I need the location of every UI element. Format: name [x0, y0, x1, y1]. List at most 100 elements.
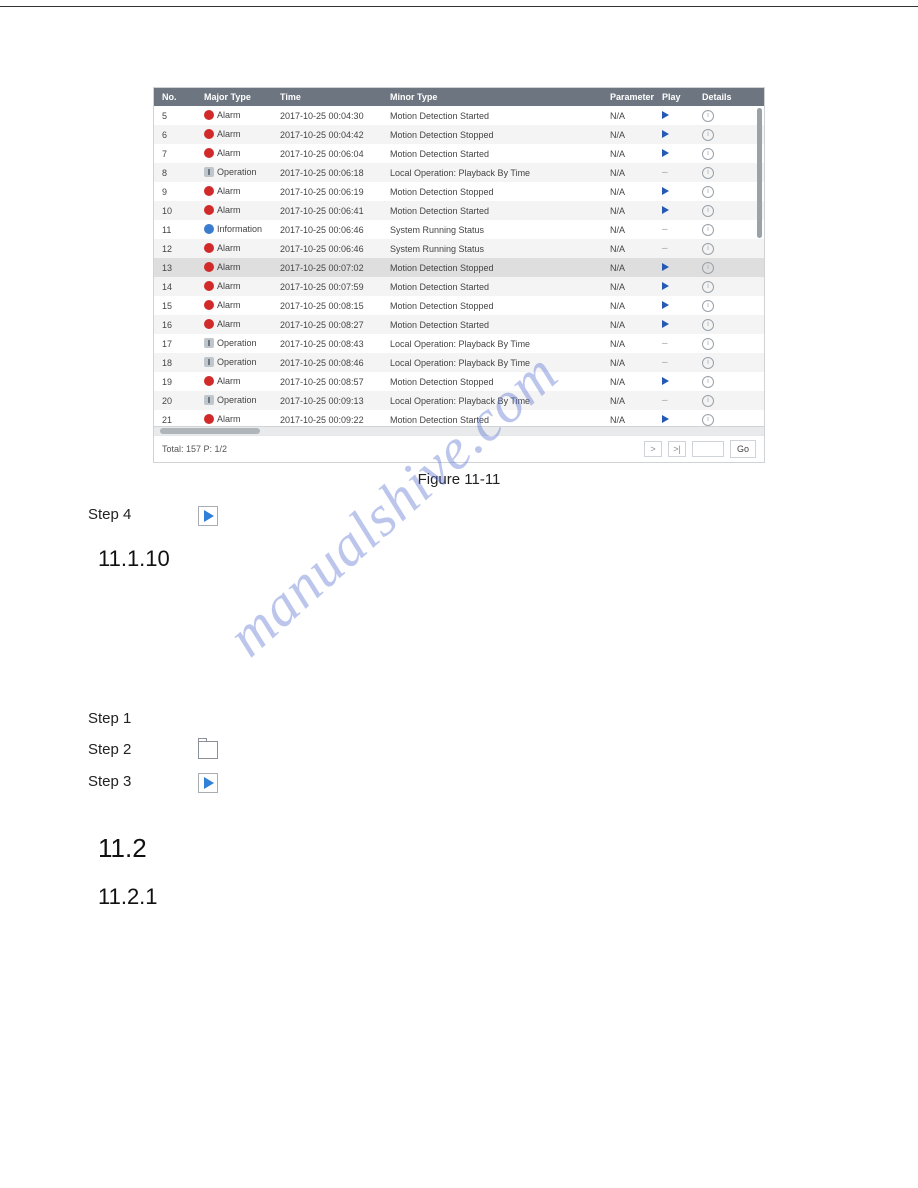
cell-play[interactable]: [662, 415, 702, 425]
cell-details[interactable]: [702, 299, 748, 312]
play-icon[interactable]: [662, 263, 669, 271]
page-next-button[interactable]: >: [644, 441, 662, 457]
col-header-param[interactable]: Parameter: [610, 92, 662, 102]
table-row[interactable]: 7Alarm2017-10-25 00:06:04Motion Detectio…: [154, 144, 764, 163]
play-icon[interactable]: [662, 415, 669, 423]
cell-details[interactable]: [702, 166, 748, 179]
cell-parameter: N/A: [610, 111, 662, 121]
play-icon[interactable]: [662, 320, 669, 328]
cell-play[interactable]: [662, 282, 702, 292]
cell-details[interactable]: [702, 242, 748, 255]
cell-details[interactable]: [702, 413, 748, 426]
cell-details[interactable]: [702, 223, 748, 236]
play-icon[interactable]: [662, 149, 669, 157]
cell-major-type: Alarm: [204, 148, 280, 160]
cell-play[interactable]: [662, 377, 702, 387]
col-header-play[interactable]: Play: [662, 92, 702, 102]
cell-details[interactable]: [702, 147, 748, 160]
col-header-no[interactable]: No.: [154, 92, 204, 102]
play-icon[interactable]: [662, 130, 669, 138]
cell-play: –: [662, 338, 702, 349]
table-row[interactable]: 18Operation2017-10-25 00:08:46Local Oper…: [154, 353, 764, 372]
table-row[interactable]: 19Alarm2017-10-25 00:08:57Motion Detecti…: [154, 372, 764, 391]
details-icon[interactable]: [702, 243, 714, 255]
play-icon[interactable]: [662, 301, 669, 309]
table-row[interactable]: 20Operation2017-10-25 00:09:13Local Oper…: [154, 391, 764, 410]
cell-details[interactable]: [702, 394, 748, 407]
table-row[interactable]: 9Alarm2017-10-25 00:06:19Motion Detectio…: [154, 182, 764, 201]
cell-minor-type: Local Operation: Playback By Time: [390, 339, 610, 349]
table-row[interactable]: 21Alarm2017-10-25 00:09:22Motion Detecti…: [154, 410, 764, 426]
details-icon[interactable]: [702, 338, 714, 350]
cell-time: 2017-10-25 00:09:22: [280, 415, 390, 425]
details-icon[interactable]: [702, 414, 714, 426]
details-icon[interactable]: [702, 110, 714, 122]
cell-details[interactable]: [702, 318, 748, 331]
details-icon[interactable]: [702, 186, 714, 198]
table-row[interactable]: 10Alarm2017-10-25 00:06:41Motion Detecti…: [154, 201, 764, 220]
cell-details[interactable]: [702, 337, 748, 350]
table-row[interactable]: 12Alarm2017-10-25 00:06:46System Running…: [154, 239, 764, 258]
cell-details[interactable]: [702, 185, 748, 198]
cell-play[interactable]: [662, 130, 702, 140]
alarm-icon: [204, 376, 214, 386]
details-icon[interactable]: [702, 129, 714, 141]
cell-no: 18: [154, 358, 204, 368]
col-header-time[interactable]: Time: [280, 92, 390, 102]
cell-details[interactable]: [702, 204, 748, 217]
table-row[interactable]: 6Alarm2017-10-25 00:04:42Motion Detectio…: [154, 125, 764, 144]
table-row[interactable]: 17Operation2017-10-25 00:08:43Local Oper…: [154, 334, 764, 353]
table-row[interactable]: 5Alarm2017-10-25 00:04:30Motion Detectio…: [154, 106, 764, 125]
cell-details[interactable]: [702, 128, 748, 141]
details-icon[interactable]: [702, 281, 714, 293]
details-icon[interactable]: [702, 376, 714, 388]
play-icon[interactable]: [662, 111, 669, 119]
col-header-major[interactable]: Major Type: [204, 92, 280, 102]
cell-parameter: N/A: [610, 244, 662, 254]
details-icon[interactable]: [702, 262, 714, 274]
cell-details[interactable]: [702, 280, 748, 293]
page-go-button[interactable]: Go: [730, 440, 756, 458]
table-row[interactable]: 15Alarm2017-10-25 00:08:15Motion Detecti…: [154, 296, 764, 315]
cell-details[interactable]: [702, 109, 748, 122]
information-icon: [204, 224, 214, 234]
details-icon[interactable]: [702, 319, 714, 331]
details-icon[interactable]: [702, 148, 714, 160]
details-icon[interactable]: [702, 395, 714, 407]
cell-play[interactable]: [662, 301, 702, 311]
table-row[interactable]: 16Alarm2017-10-25 00:08:27Motion Detecti…: [154, 315, 764, 334]
table-row[interactable]: 13Alarm2017-10-25 00:07:02Motion Detecti…: [154, 258, 764, 277]
table-row[interactable]: 11Information2017-10-25 00:06:46System R…: [154, 220, 764, 239]
cell-play[interactable]: [662, 111, 702, 121]
play-icon[interactable]: [662, 187, 669, 195]
cell-details[interactable]: [702, 375, 748, 388]
col-header-details[interactable]: Details: [702, 92, 748, 102]
col-header-minor[interactable]: Minor Type: [390, 92, 610, 102]
page-last-button[interactable]: >|: [668, 441, 686, 457]
table-row[interactable]: 14Alarm2017-10-25 00:07:59Motion Detecti…: [154, 277, 764, 296]
details-icon[interactable]: [702, 205, 714, 217]
play-icon[interactable]: [662, 377, 669, 385]
horizontal-scrollbar[interactable]: [154, 426, 764, 435]
details-icon[interactable]: [702, 224, 714, 236]
step-1-block: Step 1: [88, 710, 830, 727]
play-icon[interactable]: [662, 206, 669, 214]
table-row[interactable]: 8Operation2017-10-25 00:06:18Local Opera…: [154, 163, 764, 182]
details-icon[interactable]: [702, 357, 714, 369]
vertical-scrollbar[interactable]: [757, 108, 762, 238]
page-number-input[interactable]: [692, 441, 724, 457]
details-icon[interactable]: [702, 167, 714, 179]
results-total-text: Total: 157 P: 1/2: [162, 444, 227, 454]
cell-play[interactable]: [662, 206, 702, 216]
cell-play[interactable]: [662, 187, 702, 197]
log-table-footer: Total: 157 P: 1/2 > >| Go: [154, 435, 764, 462]
cell-play[interactable]: [662, 149, 702, 159]
cell-play[interactable]: [662, 320, 702, 330]
cell-details[interactable]: [702, 261, 748, 274]
cell-minor-type: Motion Detection Stopped: [390, 263, 610, 273]
details-icon[interactable]: [702, 300, 714, 312]
play-icon[interactable]: [662, 282, 669, 290]
cell-details[interactable]: [702, 356, 748, 369]
cell-major-type: Alarm: [204, 205, 280, 217]
cell-play[interactable]: [662, 263, 702, 273]
